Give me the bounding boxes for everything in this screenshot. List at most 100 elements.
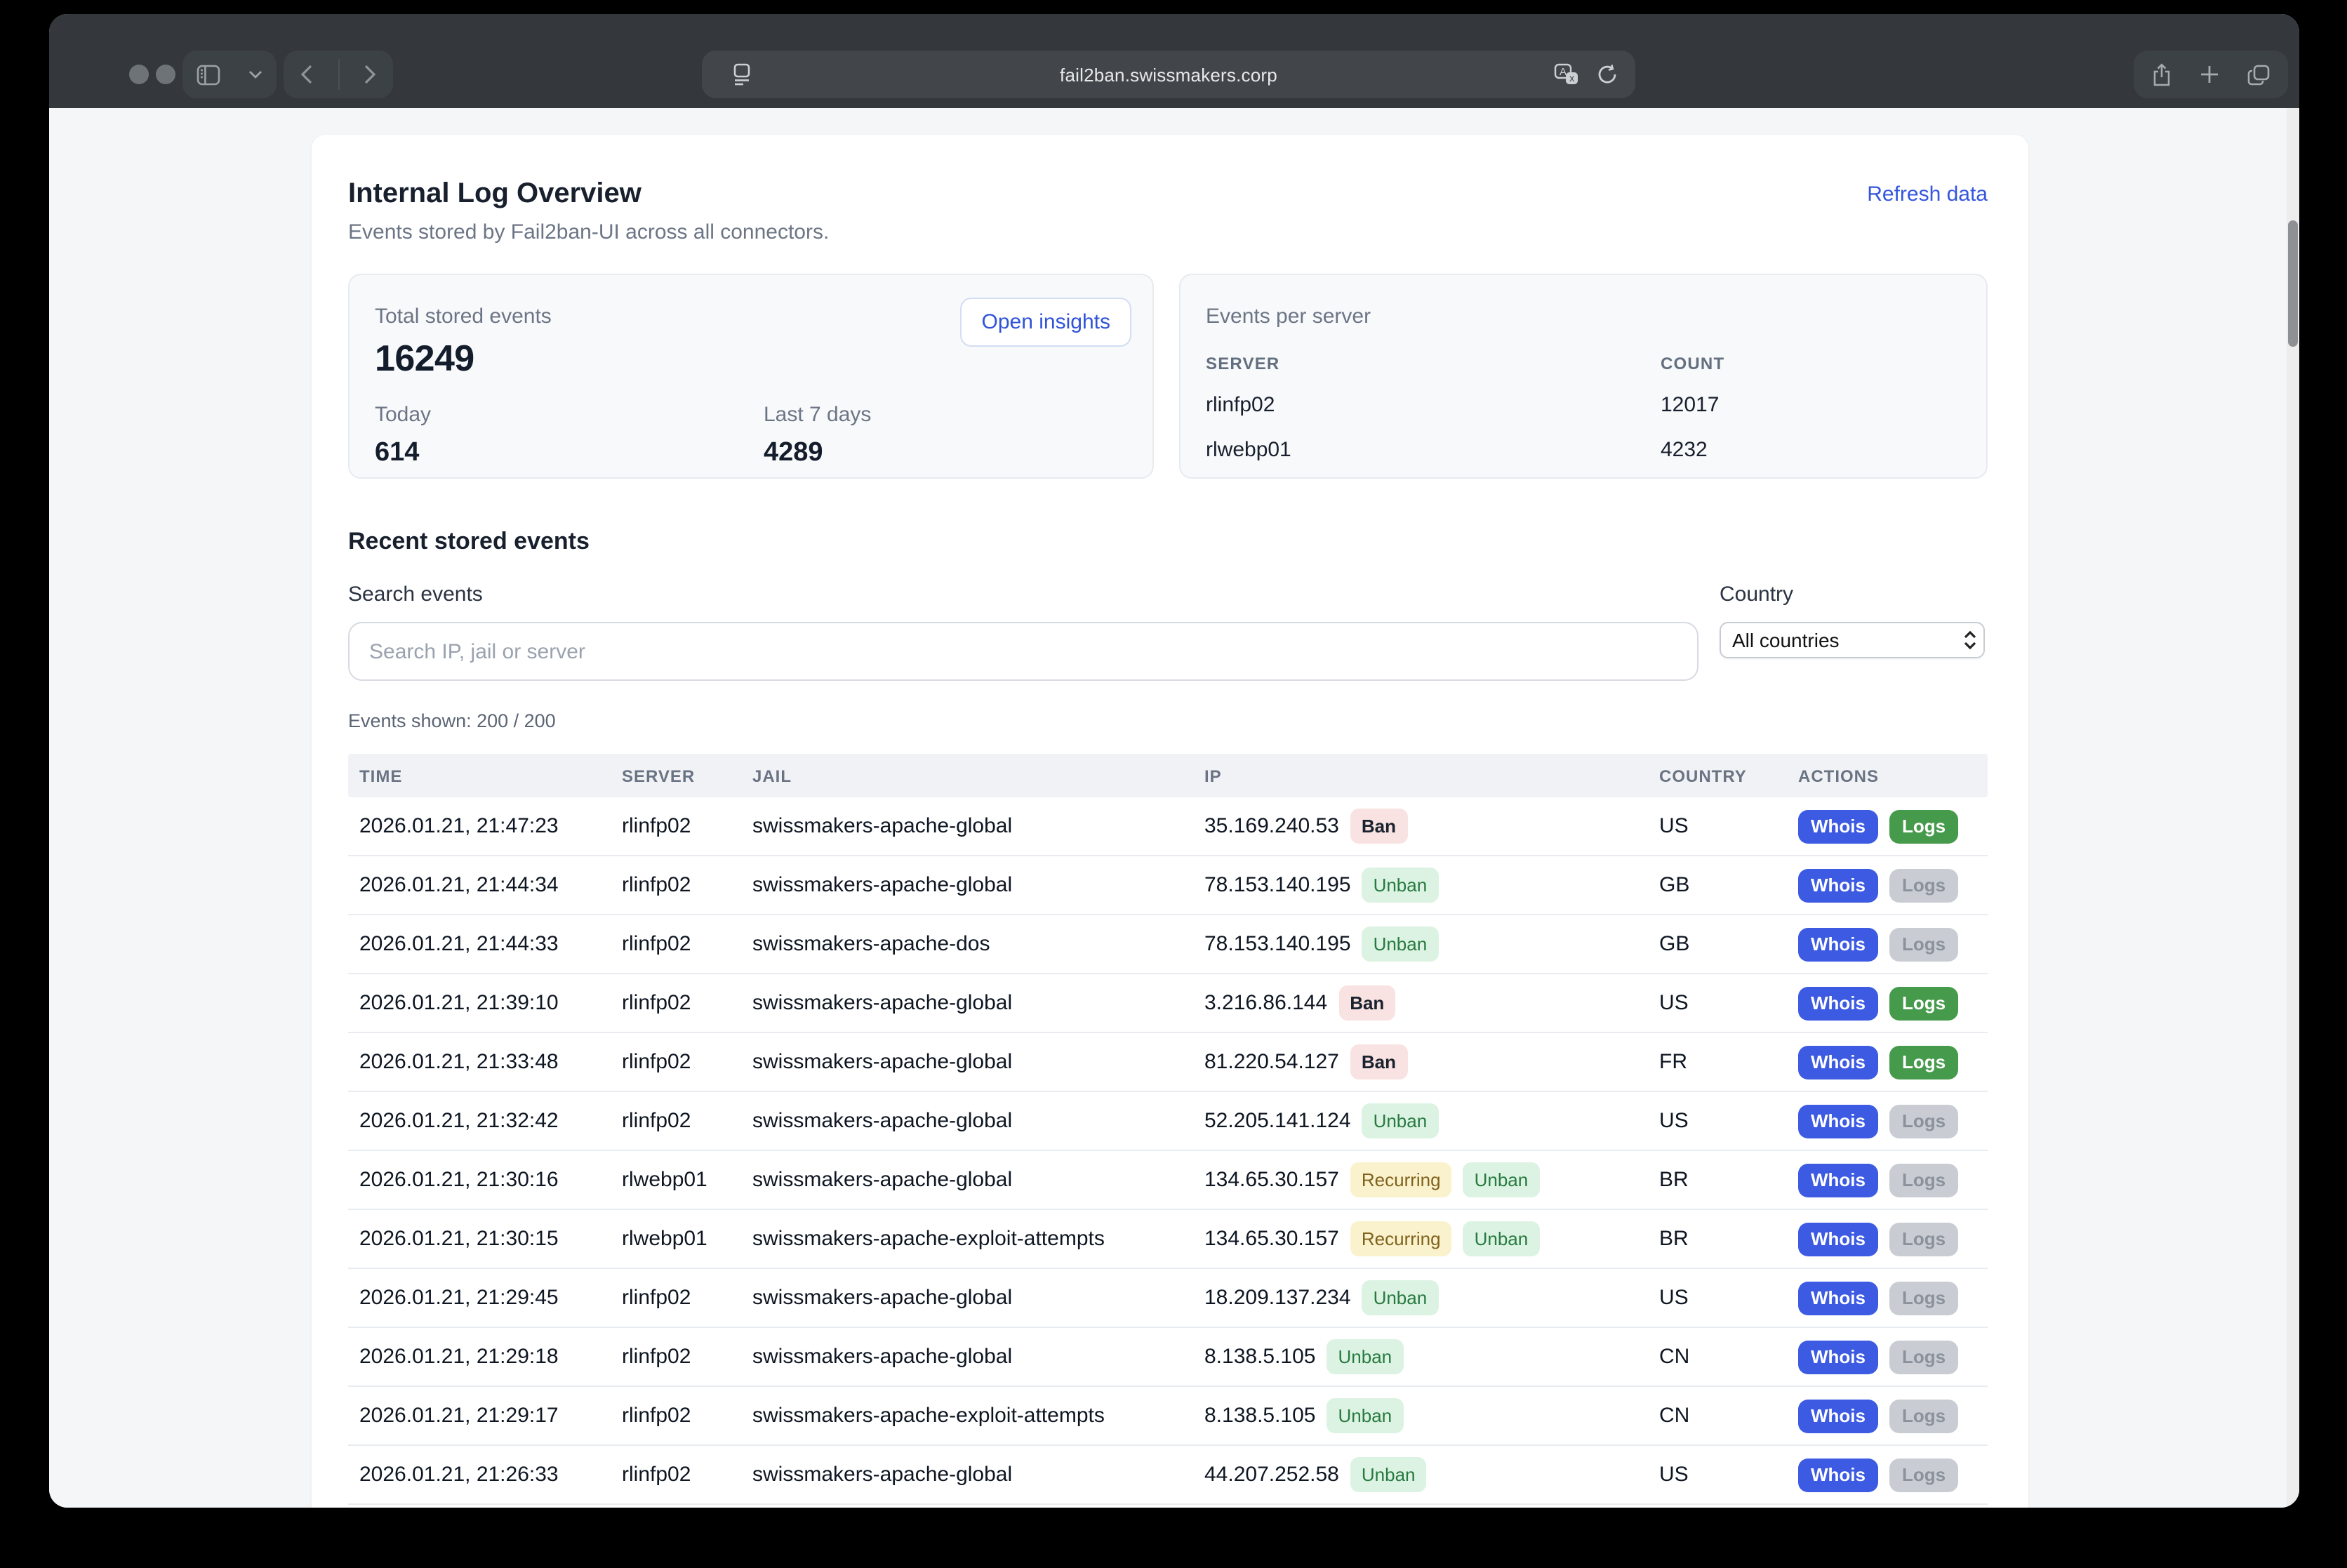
event-ip-cell: 134.65.30.157RecurringUnban — [1204, 1162, 1659, 1197]
screen: fail2ban.swissmakers.corp A x — [0, 0, 2347, 1568]
unban-badge: Unban — [1362, 1103, 1439, 1138]
table-row: 2026.01.21, 21:29:17 rlinfp02 swissmaker… — [348, 1387, 1988, 1446]
whois-button[interactable]: Whois — [1798, 1340, 1878, 1374]
reload-icon[interactable] — [1596, 63, 1618, 86]
event-jail: swissmakers-apache-global — [752, 1109, 1204, 1133]
event-jail: swissmakers-apache-global — [752, 814, 1204, 838]
sidebar-toggle-icon[interactable] — [197, 64, 220, 85]
table-row: 2026.01.21, 21:44:33 rlinfp02 swissmaker… — [348, 915, 1988, 974]
event-actions: Whois Logs — [1798, 1340, 1988, 1374]
minimize-window-button[interactable] — [156, 65, 175, 84]
whois-button[interactable]: Whois — [1798, 1045, 1878, 1079]
logs-button[interactable]: Logs — [1889, 1458, 1958, 1491]
event-country: GB — [1659, 873, 1798, 897]
event-actions: Whois Logs — [1798, 1399, 1988, 1433]
whois-button[interactable]: Whois — [1798, 1458, 1878, 1491]
logs-button[interactable]: Logs — [1889, 1281, 1958, 1315]
search-input[interactable] — [348, 622, 1698, 681]
logs-button[interactable]: Logs — [1889, 1163, 1958, 1197]
event-server: rlinfp02 — [622, 873, 752, 897]
address-bar[interactable]: fail2ban.swissmakers.corp A x — [702, 51, 1635, 98]
whois-button[interactable]: Whois — [1798, 927, 1878, 961]
new-tab-icon[interactable] — [2200, 65, 2219, 84]
table-row: 2026.01.21, 21:26:10 rlwebp01 swissmaker… — [348, 1505, 1988, 1508]
logs-button[interactable]: Logs — [1889, 1045, 1958, 1079]
whois-button[interactable]: Whois — [1798, 1163, 1878, 1197]
table-row: 2026.01.21, 21:44:34 rlinfp02 swissmaker… — [348, 856, 1988, 915]
event-actions: Whois Logs — [1798, 927, 1988, 961]
unban-badge: Unban — [1327, 1398, 1404, 1433]
event-ip: 44.207.252.58 — [1204, 1463, 1339, 1487]
event-jail: swissmakers-apache-global — [752, 1050, 1204, 1074]
forward-icon[interactable] — [364, 65, 376, 84]
logs-button[interactable]: Logs — [1889, 1104, 1958, 1138]
scrollbar-thumb[interactable] — [2288, 220, 2298, 347]
event-country: US — [1659, 814, 1798, 838]
whois-button[interactable]: Whois — [1798, 1399, 1878, 1433]
sidebar-pill — [182, 51, 277, 98]
event-country: US — [1659, 991, 1798, 1015]
event-country: GB — [1659, 932, 1798, 956]
event-time: 2026.01.21, 21:32:42 — [359, 1109, 622, 1133]
col-jail: JAIL — [752, 766, 1204, 785]
event-ip: 78.153.140.195 — [1204, 873, 1351, 897]
event-country: US — [1659, 1463, 1798, 1487]
logs-button[interactable]: Logs — [1889, 1399, 1958, 1433]
country-label: Country — [1720, 581, 1985, 609]
logs-button[interactable]: Logs — [1889, 868, 1958, 902]
whois-button[interactable]: Whois — [1798, 986, 1878, 1020]
back-icon[interactable] — [300, 65, 313, 84]
event-ip: 81.220.54.127 — [1204, 1050, 1339, 1074]
country-select[interactable]: All countries — [1720, 622, 1985, 658]
event-server: rlinfp02 — [622, 991, 752, 1015]
page-format-icon[interactable] — [733, 63, 751, 86]
share-icon[interactable] — [2152, 62, 2172, 86]
event-actions: Whois Logs — [1798, 868, 1988, 902]
event-time: 2026.01.21, 21:29:18 — [359, 1345, 622, 1369]
event-time: 2026.01.21, 21:47:23 — [359, 814, 622, 838]
event-ip-cell: 78.153.140.195Unban — [1204, 926, 1659, 962]
tab-overview-icon[interactable] — [2247, 64, 2270, 85]
whois-button[interactable]: Whois — [1798, 809, 1878, 843]
event-ip-cell: 134.65.30.157RecurringUnban — [1204, 1221, 1659, 1256]
event-country: BR — [1659, 1168, 1798, 1192]
logs-button[interactable]: Logs — [1889, 809, 1958, 843]
event-ip-cell: 44.207.252.58Unban — [1204, 1457, 1659, 1492]
recurring-badge: Recurring — [1350, 1162, 1452, 1197]
logs-button[interactable]: Logs — [1889, 927, 1958, 961]
server-column-header: SERVER — [1206, 352, 1661, 375]
col-time: TIME — [359, 766, 622, 785]
logs-button[interactable]: Logs — [1889, 1222, 1958, 1256]
event-ip-cell: 8.138.5.105Unban — [1204, 1339, 1659, 1374]
whois-button[interactable]: Whois — [1798, 1281, 1878, 1315]
unban-badge: Unban — [1463, 1221, 1540, 1256]
whois-button[interactable]: Whois — [1798, 1222, 1878, 1256]
event-time: 2026.01.21, 21:29:45 — [359, 1286, 622, 1310]
whois-button[interactable]: Whois — [1798, 1104, 1878, 1138]
refresh-data-link[interactable]: Refresh data — [1867, 182, 1988, 206]
week-label: Last 7 days — [764, 401, 871, 430]
table-header: TIME SERVER JAIL IP COUNTRY ACTIONS — [348, 754, 1988, 797]
logs-button[interactable]: Logs — [1889, 986, 1958, 1020]
chevron-down-icon[interactable] — [248, 70, 262, 79]
event-actions: Whois Logs — [1798, 809, 1988, 843]
page-content: Internal Log Overview Refresh data Event… — [49, 108, 2299, 1508]
event-jail: swissmakers-apache-global — [752, 991, 1204, 1015]
event-jail: swissmakers-apache-global — [752, 1345, 1204, 1369]
logs-button[interactable]: Logs — [1889, 1340, 1958, 1374]
page-title: Internal Log Overview — [348, 177, 641, 211]
close-window-button[interactable] — [129, 65, 149, 84]
open-insights-button[interactable]: Open insights — [961, 298, 1131, 347]
event-server: rlwebp01 — [622, 1168, 752, 1192]
event-jail: swissmakers-apache-global — [752, 873, 1204, 897]
ban-badge: Ban — [1350, 1044, 1407, 1079]
table-row: 2026.01.21, 21:26:33 rlinfp02 swissmaker… — [348, 1446, 1988, 1505]
table-body: 2026.01.21, 21:47:23 rlinfp02 swissmaker… — [348, 797, 1988, 1508]
event-ip: 8.138.5.105 — [1204, 1345, 1316, 1369]
nav-pill — [284, 51, 393, 98]
translate-icon[interactable]: A x — [1554, 63, 1579, 86]
event-server: rlinfp02 — [622, 1050, 752, 1074]
col-actions: ACTIONS — [1798, 766, 1988, 785]
ban-badge: Ban — [1338, 985, 1395, 1021]
whois-button[interactable]: Whois — [1798, 868, 1878, 902]
